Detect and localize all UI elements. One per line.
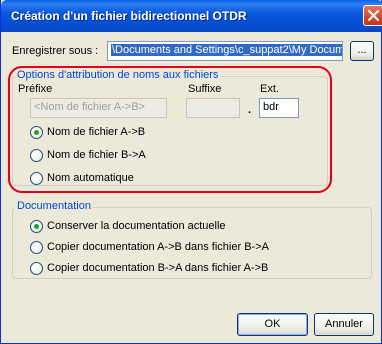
- documentation-title: Documentation: [15, 200, 93, 212]
- extension-value: bdr: [263, 101, 279, 113]
- radio-button[interactable]: [30, 241, 43, 254]
- dialog-window: Création d'un fichier bidirectionnel OTD…: [0, 0, 382, 344]
- prefix-label: Préfixe: [18, 83, 53, 95]
- title-bar[interactable]: Création d'un fichier bidirectionnel OTD…: [1, 0, 382, 32]
- radio-button[interactable]: [30, 149, 43, 162]
- close-icon: [368, 10, 379, 21]
- ext-label: Ext.: [260, 83, 279, 95]
- radio-label: Nom automatique: [47, 172, 134, 184]
- radio-button[interactable]: [30, 262, 43, 275]
- radio-label: Conserver la documentation actuelle: [47, 220, 226, 232]
- radio-selected-dot: [34, 224, 39, 229]
- ok-button[interactable]: OK: [237, 313, 308, 336]
- save-as-label: Enregistrer sous :: [12, 45, 99, 57]
- radio-label: Copier documentation B->A dans fichier A…: [47, 262, 269, 274]
- save-path-value: \Documents and Settings\c_suppat2\My Doc…: [111, 44, 342, 56]
- save-path-field[interactable]: \Documents and Settings\c_suppat2\My Doc…: [107, 41, 343, 61]
- radio-button[interactable]: [30, 172, 43, 185]
- extension-input[interactable]: bdr: [259, 98, 299, 118]
- browse-button[interactable]: ...: [350, 41, 374, 61]
- radio-selected-dot: [34, 130, 39, 135]
- radio-button[interactable]: [30, 126, 43, 139]
- prefix-input[interactable]: <Nom de fichier A->B>: [30, 98, 167, 118]
- dialog-title: Création d'un fichier bidirectionnel OTD…: [11, 9, 247, 23]
- prefix-placeholder: <Nom de fichier A->B>: [34, 101, 145, 113]
- close-button[interactable]: [363, 5, 382, 26]
- extension-dot: .: [248, 104, 252, 116]
- radio-label: Nom de fichier B->A: [47, 149, 146, 161]
- suffix-label: Suffixe: [188, 83, 222, 95]
- radio-button[interactable]: [30, 220, 43, 233]
- naming-options-title: Options d'attribution de noms aux fichie…: [15, 69, 221, 81]
- radio-label: Copier documentation A->B dans fichier B…: [47, 241, 269, 253]
- cancel-button[interactable]: Annuler: [314, 313, 374, 336]
- suffix-input[interactable]: [186, 98, 240, 118]
- radio-label: Nom de fichier A->B: [47, 126, 146, 138]
